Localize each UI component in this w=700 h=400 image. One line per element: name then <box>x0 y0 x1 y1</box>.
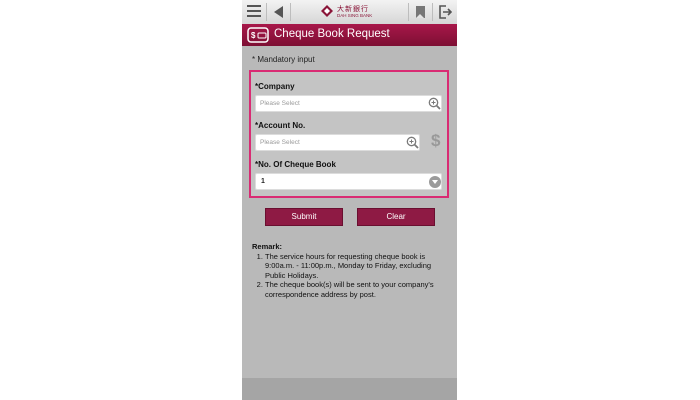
chevron-down-icon[interactable] <box>429 176 441 188</box>
divider <box>266 3 267 21</box>
divider <box>432 3 433 21</box>
cheque-icon: $ <box>247 27 269 43</box>
bank-name-en: DAH SING BANK <box>337 13 373 18</box>
bookmark-icon[interactable] <box>416 6 425 18</box>
bank-logo-icon <box>321 5 333 17</box>
request-form: *Company Please Select *Account No. Plea… <box>249 70 449 198</box>
cheque-book-count-select[interactable]: 1 <box>255 173 442 190</box>
cheque-book-count-label: *No. Of Cheque Book <box>255 160 336 169</box>
mandatory-note: * Mandatory input <box>252 55 315 64</box>
app-screen: 大新銀行 DAH SING BANK $ Cheque Book Request… <box>242 0 457 400</box>
page-title: Cheque Book Request <box>274 28 390 40</box>
dollar-icon[interactable]: $ <box>431 131 440 151</box>
account-placeholder: Please Select <box>260 139 300 146</box>
bank-logo: 大新銀行 DAH SING BANK <box>320 3 380 21</box>
top-nav-bar: 大新銀行 DAH SING BANK <box>242 0 457 25</box>
logout-icon[interactable] <box>438 4 452 20</box>
menu-icon[interactable] <box>247 5 261 19</box>
company-placeholder: Please Select <box>260 100 300 107</box>
remark-item: The service hours for requesting cheque … <box>265 252 452 281</box>
account-select[interactable]: Please Select <box>255 134 420 151</box>
remark-list: The service hours for requesting cheque … <box>252 252 452 300</box>
company-select[interactable]: Please Select <box>255 95 442 112</box>
footer-bar <box>242 378 457 400</box>
clear-button[interactable]: Clear <box>357 208 435 226</box>
cheque-book-count-value: 1 <box>261 178 265 185</box>
zoom-in-icon[interactable] <box>406 136 419 149</box>
page-title-bar: $ Cheque Book Request <box>242 24 457 46</box>
remark-section: Remark: The service hours for requesting… <box>252 242 452 299</box>
back-arrow-icon[interactable] <box>274 6 283 18</box>
divider <box>408 3 409 21</box>
submit-button[interactable]: Submit <box>265 208 343 226</box>
company-label: *Company <box>255 82 295 91</box>
account-label: *Account No. <box>255 121 306 130</box>
remark-title: Remark: <box>252 242 283 251</box>
svg-text:$: $ <box>251 31 256 40</box>
remark-item: The cheque book(s) will be sent to your … <box>265 280 452 299</box>
divider <box>290 3 291 21</box>
zoom-in-icon[interactable] <box>428 97 441 110</box>
